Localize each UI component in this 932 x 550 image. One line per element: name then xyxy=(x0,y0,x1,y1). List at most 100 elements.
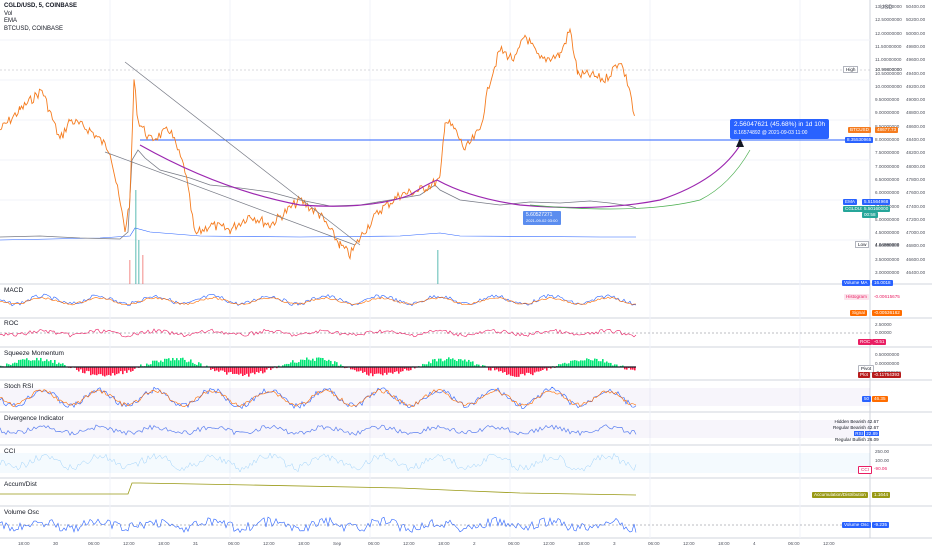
compare-axis-label: 48800.00 xyxy=(906,110,926,116)
squeeze-bar xyxy=(434,358,436,367)
roc-tag: ROC xyxy=(858,339,873,345)
vol-label[interactable]: Vol xyxy=(4,11,77,19)
price-axis-label: 10.00000000 xyxy=(875,83,902,89)
squeeze-bar xyxy=(370,367,372,374)
squeeze-bar xyxy=(252,367,254,373)
compare-label[interactable]: BTCUSD, COINBASE xyxy=(4,26,77,34)
divergence-tags: Hidden Bearish 42.67 Regular Bearish 42.… xyxy=(833,419,879,443)
compare-axis-label: 47800.00 xyxy=(906,176,926,182)
squeeze-bar xyxy=(108,367,110,375)
squeeze-bar xyxy=(524,367,526,376)
squeeze-bar xyxy=(312,358,314,367)
high-value: 10.99800000 xyxy=(875,67,902,72)
squeeze-bar xyxy=(594,358,596,367)
squeeze-bar xyxy=(94,367,96,375)
compare-axis-label: 46400.00 xyxy=(906,270,926,275)
price-axis-label: 12.00000000 xyxy=(875,30,902,36)
squeeze-bar xyxy=(392,367,394,374)
squeeze-bar xyxy=(90,367,92,376)
squeeze-bar xyxy=(16,362,18,367)
squeeze-bar xyxy=(244,367,246,375)
low-callout[interactable]: 5.60527271 2021-09-02 03:00 xyxy=(523,211,561,225)
squeeze-bar xyxy=(42,361,44,367)
squeeze-bar xyxy=(302,359,304,367)
squeeze-bar xyxy=(590,360,592,367)
squeeze-bar xyxy=(214,367,216,372)
squeeze-bar xyxy=(318,357,320,367)
squeeze-bar xyxy=(40,357,42,367)
squeeze-bar xyxy=(608,362,610,367)
compare-axis-label: 49400.00 xyxy=(906,70,926,76)
squeeze-bar xyxy=(520,367,522,375)
squeeze-bar xyxy=(44,360,46,367)
volma-tag: Volume MA xyxy=(842,280,870,286)
squeeze-bar xyxy=(368,367,370,376)
price-axis-label: 12.50000000 xyxy=(875,17,902,23)
squeeze-bar xyxy=(166,358,168,367)
squeeze-bar xyxy=(432,359,434,367)
squeeze-bar xyxy=(386,367,388,375)
squeeze-bar xyxy=(514,367,516,377)
compare-axis-label: 47400.00 xyxy=(906,203,926,209)
squeeze-bar xyxy=(578,361,580,367)
pane-title-squeeze[interactable]: Squeeze Momentum xyxy=(4,350,64,357)
price-axis-label: 4.50000000 xyxy=(875,230,900,236)
roc-value: -0.51 xyxy=(872,339,887,345)
stoch-k-value: 50 xyxy=(862,396,872,402)
squeeze-bar xyxy=(374,367,376,374)
stoch-d-value: 46.35 xyxy=(872,396,888,402)
time-axis-label: 31 xyxy=(193,541,199,546)
squeeze-bar xyxy=(456,361,458,367)
squeeze-bar xyxy=(152,360,154,367)
squeeze-bar xyxy=(102,367,104,376)
squeeze-bar xyxy=(96,367,98,376)
squeeze-bar xyxy=(458,359,460,367)
squeeze-bar xyxy=(602,359,604,367)
squeeze-bar xyxy=(38,360,40,367)
pane-title-accum[interactable]: Accum/Dist xyxy=(4,481,37,488)
squeeze-bar xyxy=(170,360,172,367)
measure-line1: 2.56047621 (45.68%) in 1d 10h xyxy=(734,121,826,128)
ema-label[interactable]: EMA xyxy=(4,18,77,26)
squeeze-bar xyxy=(184,359,186,367)
price-axis-label: 13.00000000 xyxy=(875,4,902,9)
squeeze-bar xyxy=(564,362,566,367)
squeeze-bar xyxy=(92,367,94,375)
time-axis-label: 3 xyxy=(613,541,616,546)
compare-axis-label: 50200.00 xyxy=(906,17,926,23)
squeeze-bar xyxy=(236,367,238,374)
squeeze-bar xyxy=(500,367,502,372)
time-axis-label: 12:00 xyxy=(403,541,415,546)
volosc-tag: Volume Osc xyxy=(842,522,871,528)
cci-axis-mid: 100.00 xyxy=(875,458,890,463)
time-axis-label: 30 xyxy=(53,541,59,546)
time-axis-label: 12:00 xyxy=(123,541,135,546)
squeeze-bar xyxy=(378,367,380,374)
squeeze-bar xyxy=(382,367,384,376)
compare-axis-label: 47000.00 xyxy=(906,230,926,236)
chart-canvas[interactable] xyxy=(0,0,932,550)
pane-title-macd[interactable]: MACD xyxy=(4,287,23,294)
squeeze-bar xyxy=(502,367,504,373)
time-axis-label: 4 xyxy=(753,541,756,546)
squeeze-bar xyxy=(444,360,446,367)
pane-title-divergence[interactable]: Divergence Indicator xyxy=(4,415,64,422)
squeeze-bar xyxy=(310,360,312,367)
price-axis-label: 7.00000000 xyxy=(875,163,900,169)
symbol-label[interactable]: CGLD/USD, 5, COINBASE xyxy=(4,3,77,11)
regular-bullish-label: Regular Bullish xyxy=(835,437,866,442)
squeeze-bar xyxy=(604,362,606,367)
squeeze-bar xyxy=(582,360,584,367)
pane-title-stochrsi[interactable]: Stoch RSI xyxy=(4,383,33,390)
compare-axis-label: 48000.00 xyxy=(906,163,926,169)
pane-title-volosc[interactable]: Volume Osc xyxy=(4,509,39,516)
squeeze-bar xyxy=(304,360,306,367)
pane-title-cci[interactable]: CCI xyxy=(4,448,15,455)
time-axis-label: 18:00 xyxy=(578,541,590,546)
squeeze-bar xyxy=(460,359,462,367)
pane-title-roc[interactable]: ROC xyxy=(4,320,18,327)
squeeze-bar xyxy=(174,360,176,367)
measure-callout[interactable]: 2.56047621 (45.68%) in 1d 10h 8.16574892… xyxy=(730,119,830,139)
btcusd-tag: BTCUSD xyxy=(848,127,871,133)
squeeze-bar xyxy=(78,367,80,372)
